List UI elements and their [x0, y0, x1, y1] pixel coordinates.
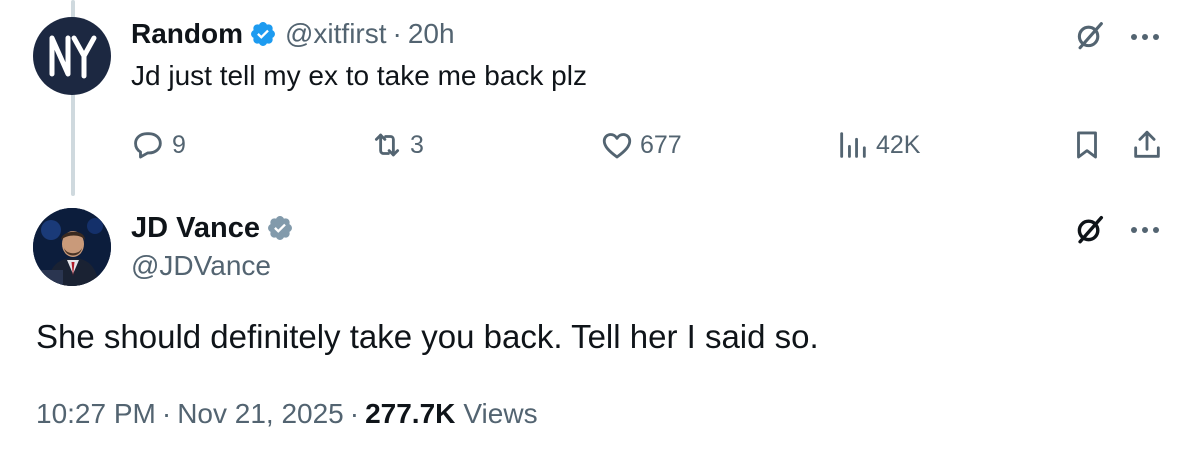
avatar[interactable] — [33, 17, 111, 95]
reply-count: 9 — [172, 130, 186, 159]
bookmark-button[interactable] — [1070, 128, 1104, 162]
share-icon — [1134, 130, 1160, 158]
author-handle[interactable]: @JDVance — [131, 250, 271, 282]
repost-icon — [374, 133, 400, 157]
like-count: 677 — [640, 130, 682, 159]
analytics-icon — [840, 132, 866, 158]
more-options-icon[interactable] — [1131, 227, 1159, 233]
meta-separator: · — [349, 398, 360, 429]
view-count: 42K — [876, 130, 921, 159]
meta-separator: · — [161, 398, 172, 429]
author-name[interactable]: Random — [131, 18, 243, 50]
header-separator: · — [392, 18, 402, 49]
grok-icon[interactable] — [1073, 212, 1107, 246]
tweet-time[interactable]: 20h — [408, 18, 455, 50]
grok-icon[interactable] — [1073, 18, 1107, 52]
heart-icon — [602, 133, 632, 159]
main-author-header: JD Vance — [131, 208, 294, 248]
parent-action-bar: 9 3 677 42K — [0, 124, 1196, 168]
main-tweet-text: She should definitely take you back. Tel… — [36, 318, 819, 355]
yankees-logo-icon — [49, 35, 97, 79]
views-button[interactable]: 42K — [836, 128, 920, 162]
tweet-date[interactable]: Nov 21, 2025 — [177, 398, 344, 430]
parent-tweet-header: Random @xitfirst · 20h — [131, 14, 455, 54]
verified-badge-icon[interactable] — [249, 20, 277, 48]
avatar[interactable] — [33, 208, 111, 286]
tweet-timestamp[interactable]: 10:27 PM — [36, 398, 156, 430]
reply-button[interactable]: 9 — [132, 128, 186, 162]
repost-button[interactable]: 3 — [370, 128, 424, 162]
bookmark-icon — [1077, 131, 1097, 159]
government-verified-badge-icon[interactable] — [266, 214, 294, 242]
repost-count: 3 — [410, 130, 424, 159]
author-handle[interactable]: @xitfirst — [285, 18, 387, 50]
profile-photo — [33, 208, 111, 286]
views-count: 277.7K — [365, 398, 456, 429]
tweet-metadata: 10:27 PM · Nov 21, 2025 · 277.7K Views — [36, 398, 538, 430]
share-button[interactable] — [1130, 128, 1164, 162]
like-button[interactable]: 677 — [600, 128, 682, 162]
author-name[interactable]: JD Vance — [131, 212, 260, 245]
reply-icon — [134, 132, 162, 159]
parent-tweet-text: Jd just tell my ex to take me back plz — [131, 60, 587, 91]
more-options-icon[interactable] — [1131, 34, 1159, 40]
views-label: Views — [463, 398, 538, 429]
